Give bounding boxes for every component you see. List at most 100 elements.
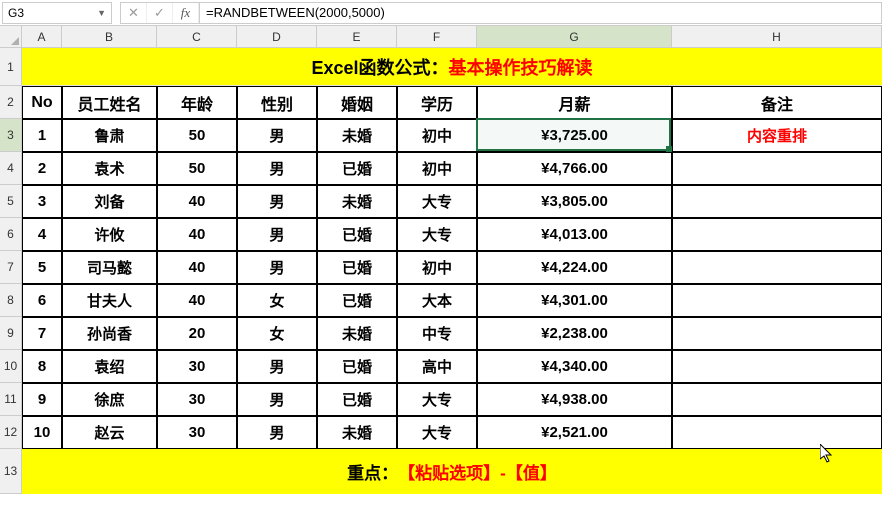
- cell-r6-no[interactable]: 4: [22, 218, 62, 251]
- row-header-2[interactable]: 2: [0, 86, 22, 119]
- cell-r3-remark[interactable]: 内容重排: [672, 119, 882, 152]
- header-2[interactable]: 年龄: [157, 86, 237, 119]
- row-header-6[interactable]: 6: [0, 218, 22, 251]
- cell-r4-edu[interactable]: 初中: [397, 152, 477, 185]
- row-header-13[interactable]: 13: [0, 449, 22, 494]
- title-cell[interactable]: Excel函数公式：基本操作技巧解读: [22, 48, 882, 86]
- col-header-B[interactable]: B: [62, 26, 157, 48]
- cell-r9-remark[interactable]: [672, 317, 882, 350]
- row-header-7[interactable]: 7: [0, 251, 22, 284]
- cell-r10-remark[interactable]: [672, 350, 882, 383]
- cell-r11-marriage[interactable]: 已婚: [317, 383, 397, 416]
- cell-r11-edu[interactable]: 大专: [397, 383, 477, 416]
- formula-input[interactable]: =RANDBETWEEN(2000,5000): [199, 2, 882, 24]
- cell-r5-salary[interactable]: ¥3,805.00: [477, 185, 672, 218]
- cell-r12-age[interactable]: 30: [157, 416, 237, 449]
- cell-r9-sex[interactable]: 女: [237, 317, 317, 350]
- cell-r10-sex[interactable]: 男: [237, 350, 317, 383]
- cell-r3-marriage[interactable]: 未婚: [317, 119, 397, 152]
- cell-r9-edu[interactable]: 中专: [397, 317, 477, 350]
- cell-r9-no[interactable]: 7: [22, 317, 62, 350]
- cell-r5-marriage[interactable]: 未婚: [317, 185, 397, 218]
- cell-r12-marriage[interactable]: 未婚: [317, 416, 397, 449]
- cell-r11-remark[interactable]: [672, 383, 882, 416]
- footer-cell[interactable]: 重点：【粘贴选项】-【值】: [22, 449, 882, 494]
- cell-r7-age[interactable]: 40: [157, 251, 237, 284]
- cell-r7-salary[interactable]: ¥4,224.00: [477, 251, 672, 284]
- cell-r8-remark[interactable]: [672, 284, 882, 317]
- cell-r3-age[interactable]: 50: [157, 119, 237, 152]
- header-5[interactable]: 学历: [397, 86, 477, 119]
- chevron-down-icon[interactable]: ▼: [97, 8, 106, 18]
- enter-button[interactable]: ✓: [147, 3, 173, 23]
- cell-r3-salary[interactable]: ¥3,725.00: [477, 119, 672, 152]
- cell-r3-sex[interactable]: 男: [237, 119, 317, 152]
- row-header-11[interactable]: 11: [0, 383, 22, 416]
- cell-r5-sex[interactable]: 男: [237, 185, 317, 218]
- cell-r9-name[interactable]: 孙尚香: [62, 317, 157, 350]
- header-7[interactable]: 备注: [672, 86, 882, 119]
- cell-r6-edu[interactable]: 大专: [397, 218, 477, 251]
- cell-r9-salary[interactable]: ¥2,238.00: [477, 317, 672, 350]
- cell-r8-salary[interactable]: ¥4,301.00: [477, 284, 672, 317]
- header-6[interactable]: 月薪: [477, 86, 672, 119]
- cell-r8-name[interactable]: 甘夫人: [62, 284, 157, 317]
- cell-r4-no[interactable]: 2: [22, 152, 62, 185]
- cell-r10-age[interactable]: 30: [157, 350, 237, 383]
- cell-r4-age[interactable]: 50: [157, 152, 237, 185]
- cell-r5-remark[interactable]: [672, 185, 882, 218]
- cell-r10-marriage[interactable]: 已婚: [317, 350, 397, 383]
- cell-r12-remark[interactable]: [672, 416, 882, 449]
- cell-r11-no[interactable]: 9: [22, 383, 62, 416]
- cell-r4-sex[interactable]: 男: [237, 152, 317, 185]
- row-header-3[interactable]: 3: [0, 119, 22, 152]
- cell-r6-sex[interactable]: 男: [237, 218, 317, 251]
- cells-grid[interactable]: Excel函数公式：基本操作技巧解读No员工姓名年龄性别婚姻学历月薪备注1鲁肃5…: [22, 48, 882, 494]
- cell-r11-age[interactable]: 30: [157, 383, 237, 416]
- row-header-1[interactable]: 1: [0, 48, 22, 86]
- cancel-button[interactable]: ✕: [121, 3, 147, 23]
- cell-r7-sex[interactable]: 男: [237, 251, 317, 284]
- header-0[interactable]: No: [22, 86, 62, 119]
- col-header-F[interactable]: F: [397, 26, 477, 48]
- cell-r10-no[interactable]: 8: [22, 350, 62, 383]
- cell-r4-salary[interactable]: ¥4,766.00: [477, 152, 672, 185]
- cell-r3-edu[interactable]: 初中: [397, 119, 477, 152]
- cell-r7-no[interactable]: 5: [22, 251, 62, 284]
- cell-r5-name[interactable]: 刘备: [62, 185, 157, 218]
- row-header-4[interactable]: 4: [0, 152, 22, 185]
- fx-button[interactable]: fx: [173, 3, 199, 23]
- col-header-D[interactable]: D: [237, 26, 317, 48]
- header-1[interactable]: 员工姓名: [62, 86, 157, 119]
- cell-r10-name[interactable]: 袁绍: [62, 350, 157, 383]
- row-header-10[interactable]: 10: [0, 350, 22, 383]
- cell-r10-edu[interactable]: 高中: [397, 350, 477, 383]
- cell-r9-age[interactable]: 20: [157, 317, 237, 350]
- cell-r6-age[interactable]: 40: [157, 218, 237, 251]
- cell-r4-remark[interactable]: [672, 152, 882, 185]
- header-4[interactable]: 婚姻: [317, 86, 397, 119]
- col-header-H[interactable]: H: [672, 26, 882, 48]
- select-all-corner[interactable]: [0, 26, 22, 48]
- cell-r7-edu[interactable]: 初中: [397, 251, 477, 284]
- cell-r7-marriage[interactable]: 已婚: [317, 251, 397, 284]
- cell-r12-name[interactable]: 赵云: [62, 416, 157, 449]
- cell-r3-name[interactable]: 鲁肃: [62, 119, 157, 152]
- cell-r10-salary[interactable]: ¥4,340.00: [477, 350, 672, 383]
- cell-r3-no[interactable]: 1: [22, 119, 62, 152]
- col-header-G[interactable]: G: [477, 26, 672, 48]
- cell-r6-name[interactable]: 许攸: [62, 218, 157, 251]
- cell-r8-age[interactable]: 40: [157, 284, 237, 317]
- cell-r12-edu[interactable]: 大专: [397, 416, 477, 449]
- header-3[interactable]: 性别: [237, 86, 317, 119]
- cell-r9-marriage[interactable]: 未婚: [317, 317, 397, 350]
- cell-r12-no[interactable]: 10: [22, 416, 62, 449]
- cell-r11-name[interactable]: 徐庶: [62, 383, 157, 416]
- cell-r4-name[interactable]: 袁术: [62, 152, 157, 185]
- cell-r12-sex[interactable]: 男: [237, 416, 317, 449]
- cell-r5-age[interactable]: 40: [157, 185, 237, 218]
- cell-r12-salary[interactable]: ¥2,521.00: [477, 416, 672, 449]
- cell-r8-edu[interactable]: 大本: [397, 284, 477, 317]
- cell-r6-remark[interactable]: [672, 218, 882, 251]
- cell-r6-marriage[interactable]: 已婚: [317, 218, 397, 251]
